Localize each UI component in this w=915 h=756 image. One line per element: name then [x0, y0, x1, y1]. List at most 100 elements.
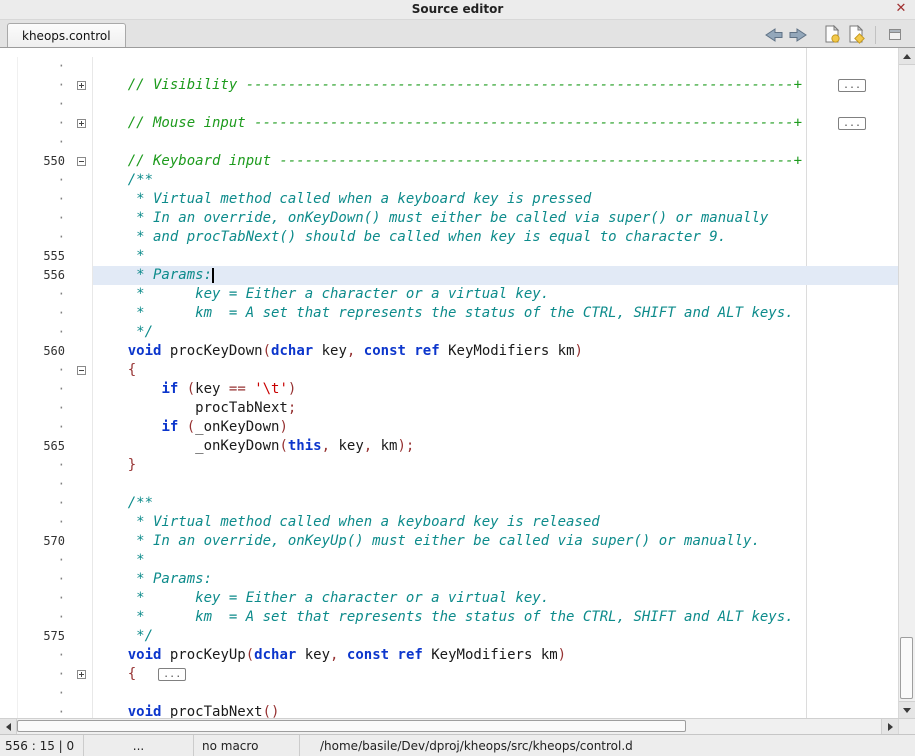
code-text[interactable]: if (key == '\t') — [93, 380, 898, 399]
code-line[interactable]: 570 * In an override, onKeyUp() must eit… — [0, 532, 898, 551]
code-line[interactable]: 556 * Params: — [0, 266, 898, 285]
horizontal-scrollbar-track[interactable] — [17, 719, 881, 734]
code-line[interactable]: · void procKeyUp(dchar key, const ref Ke… — [0, 646, 898, 665]
code-text[interactable]: */ — [93, 323, 898, 342]
code-text[interactable]: * Virtual method called when a keyboard … — [93, 513, 898, 532]
code-text[interactable]: * and procTabNext() should be called whe… — [93, 228, 898, 247]
horizontal-scrollbar-thumb[interactable] — [17, 720, 686, 732]
fold-marker[interactable] — [77, 157, 86, 166]
code-text[interactable]: */ — [93, 627, 898, 646]
code-line[interactable]: · // Mouse input -----------------------… — [0, 114, 898, 133]
code-text[interactable]: /** — [93, 494, 898, 513]
folded-code-ellipsis[interactable]: ... — [158, 668, 186, 681]
code-text[interactable] — [93, 133, 898, 152]
code-line[interactable]: · * km = A set that represents the statu… — [0, 304, 898, 323]
code-line[interactable]: · void procTabNext() — [0, 703, 898, 718]
vertical-scrollbar[interactable] — [898, 48, 915, 718]
code-token: procKeyUp — [170, 647, 246, 663]
code-text[interactable]: {... — [93, 665, 898, 684]
code-line[interactable]: · * — [0, 551, 898, 570]
code-line[interactable]: · — [0, 57, 898, 76]
scroll-up-button[interactable] — [899, 48, 915, 65]
folded-code-ellipsis[interactable]: ... — [838, 79, 866, 92]
code-text[interactable]: * — [93, 247, 898, 266]
code-text[interactable]: * Params: — [93, 570, 898, 589]
code-text[interactable] — [93, 475, 898, 494]
code-text[interactable] — [93, 57, 898, 76]
code-line[interactable]: · — [0, 475, 898, 494]
code-line[interactable]: · * Virtual method called when a keyboar… — [0, 513, 898, 532]
code-text[interactable]: void procTabNext() — [93, 703, 898, 718]
code-text[interactable]: { — [93, 361, 898, 380]
code-text[interactable]: void procKeyUp(dchar key, const ref KeyM… — [93, 646, 898, 665]
code-text[interactable]: _onKeyDown(this, key, km); — [93, 437, 898, 456]
code-line[interactable]: · procTabNext; — [0, 399, 898, 418]
code-text[interactable]: * In an override, onKeyUp() must either … — [93, 532, 898, 551]
document-edit-alt-button[interactable] — [844, 24, 868, 45]
code-line[interactable]: · * key = Either a character or a virtua… — [0, 589, 898, 608]
code-text[interactable]: * In an override, onKeyDown() must eithe… — [93, 209, 898, 228]
code-text[interactable]: void procKeyDown(dchar key, const ref Ke… — [93, 342, 898, 361]
scroll-down-button[interactable] — [899, 701, 915, 718]
code-line[interactable]: 555 * — [0, 247, 898, 266]
code-line[interactable]: · — [0, 133, 898, 152]
code-text[interactable] — [93, 684, 898, 703]
folded-code-ellipsis[interactable]: ... — [838, 117, 866, 130]
code-text[interactable]: // Mouse input -------------------------… — [93, 114, 898, 133]
code-line[interactable]: · } — [0, 456, 898, 475]
code-line[interactable]: · /** — [0, 494, 898, 513]
close-button[interactable]: ✕ — [893, 1, 909, 17]
detach-button[interactable] — [883, 24, 907, 45]
code-text[interactable]: * Virtual method called when a keyboard … — [93, 190, 898, 209]
code-line[interactable]: · {... — [0, 665, 898, 684]
code-text[interactable]: if (_onKeyDown) — [93, 418, 898, 437]
code-text[interactable]: procTabNext; — [93, 399, 898, 418]
fold-gutter — [71, 95, 93, 114]
fold-marker[interactable] — [77, 119, 86, 128]
code-line[interactable]: · { — [0, 361, 898, 380]
scroll-left-button[interactable] — [0, 719, 17, 734]
vertical-scrollbar-thumb[interactable] — [900, 637, 913, 699]
code-line[interactable]: 565 _onKeyDown(this, key, km); — [0, 437, 898, 456]
code-line[interactable]: · — [0, 95, 898, 114]
code-line[interactable]: 550 // Keyboard input ------------------… — [0, 152, 898, 171]
code-line[interactable]: · // Visibility ------------------------… — [0, 76, 898, 95]
fold-marker[interactable] — [77, 670, 86, 679]
code-token: * — [94, 248, 145, 264]
code-line[interactable]: 575 */ — [0, 627, 898, 646]
code-text[interactable]: * Params: — [93, 266, 898, 285]
go-forward-button[interactable] — [786, 24, 810, 45]
code-line[interactable]: · * Virtual method called when a keyboar… — [0, 190, 898, 209]
code-line[interactable]: 560 void procKeyDown(dchar key, const re… — [0, 342, 898, 361]
scroll-right-button[interactable] — [881, 719, 898, 734]
go-back-button[interactable] — [762, 24, 786, 45]
macro-status-panel: no macro — [194, 735, 300, 756]
code-editor[interactable]: ·· // Visibility -----------------------… — [0, 48, 898, 718]
code-text[interactable]: * key = Either a character or a virtual … — [93, 285, 898, 304]
fold-marker[interactable] — [77, 81, 86, 90]
code-line[interactable]: · * and procTabNext() should be called w… — [0, 228, 898, 247]
code-text[interactable]: * km = A set that represents the status … — [93, 608, 898, 627]
document-edit-button[interactable] — [820, 24, 844, 45]
code-line[interactable]: · */ — [0, 323, 898, 342]
horizontal-scrollbar[interactable] — [0, 718, 915, 734]
code-token: * — [94, 552, 145, 568]
fold-marker[interactable] — [77, 366, 86, 375]
tab-kheops-control[interactable]: kheops.control — [7, 23, 126, 47]
code-text[interactable]: // Keyboard input ----------------------… — [93, 152, 898, 171]
code-line[interactable]: · — [0, 684, 898, 703]
code-text[interactable]: * km = A set that represents the status … — [93, 304, 898, 323]
code-line[interactable]: · if (key == '\t') — [0, 380, 898, 399]
code-text[interactable]: } — [93, 456, 898, 475]
code-line[interactable]: · * Params: — [0, 570, 898, 589]
code-line[interactable]: · if (_onKeyDown) — [0, 418, 898, 437]
code-text[interactable]: /** — [93, 171, 898, 190]
code-line[interactable]: · * key = Either a character or a virtua… — [0, 285, 898, 304]
code-text[interactable]: * key = Either a character or a virtual … — [93, 589, 898, 608]
code-text[interactable] — [93, 95, 898, 114]
code-line[interactable]: · * In an override, onKeyDown() must eit… — [0, 209, 898, 228]
code-line[interactable]: · /** — [0, 171, 898, 190]
code-text[interactable]: // Visibility --------------------------… — [93, 76, 898, 95]
code-line[interactable]: · * km = A set that represents the statu… — [0, 608, 898, 627]
code-text[interactable]: * — [93, 551, 898, 570]
